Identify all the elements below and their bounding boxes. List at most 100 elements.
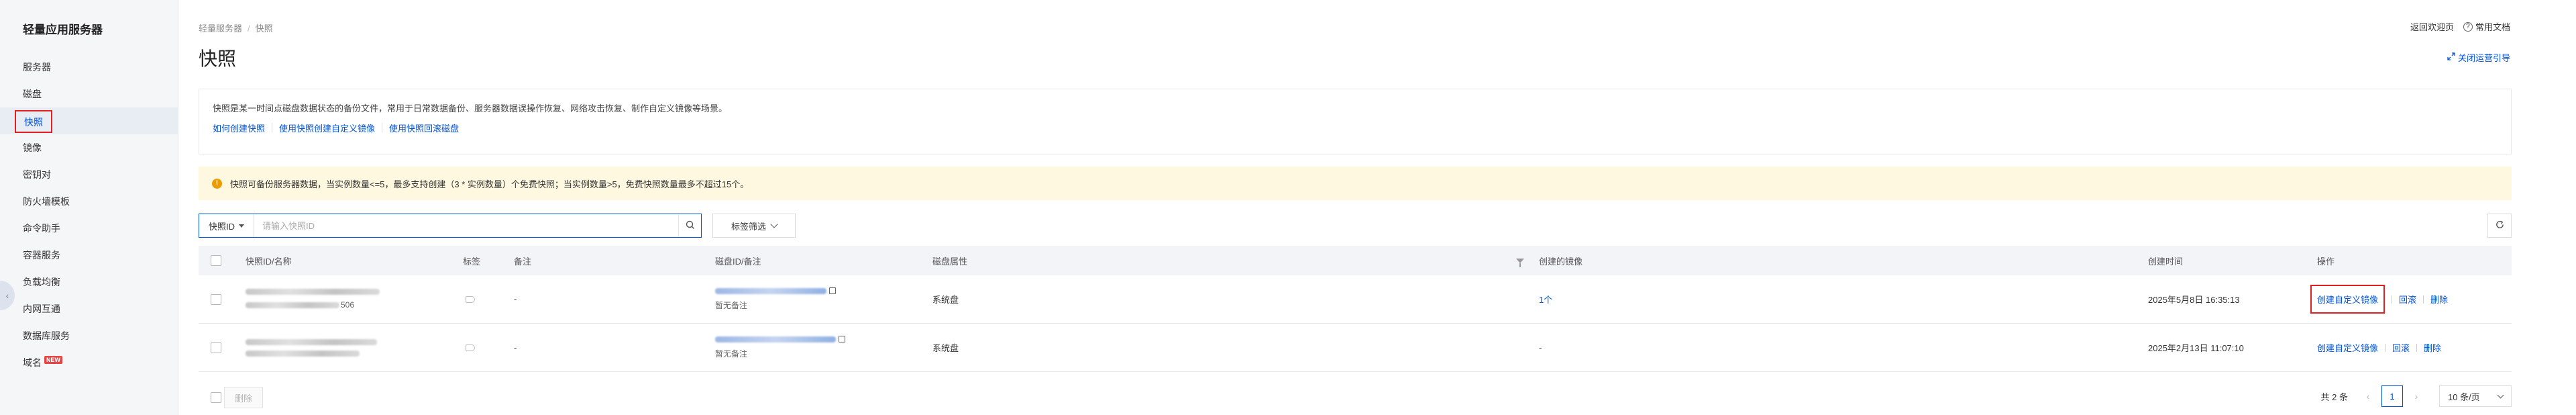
sidebar-item-intranet[interactable]: 内网互通 — [0, 295, 178, 322]
created-time: 2025年2月13日 11:07:10 — [2148, 343, 2244, 353]
sidebar-item-snapshots[interactable]: 快照 — [0, 107, 178, 134]
header-created: 创建时间 — [2148, 256, 2184, 267]
header-ops: 操作 — [2317, 256, 2335, 267]
rollback-button[interactable]: 回滚 — [2392, 341, 2410, 354]
sidebar-item-servers[interactable]: 服务器 — [0, 54, 178, 81]
warning-icon: ! — [212, 178, 222, 189]
sidebar-item-command-assistant[interactable]: 命令助手 — [0, 215, 178, 242]
disk-attr-filter[interactable] — [1516, 246, 1524, 275]
disk-id-redacted[interactable] — [715, 336, 836, 342]
header-remark: 备注 — [514, 256, 532, 267]
images-count-link[interactable]: 1个 — [1539, 275, 1552, 323]
intro-panel: 快照是某一时间点磁盘数据状态的备份文件，常用于日常数据备份、服务器数据误操作恢复… — [199, 89, 2512, 154]
tag-icon[interactable] — [466, 344, 475, 351]
footer-select-all-checkbox[interactable] — [211, 392, 221, 403]
header-links: 返回欢迎页 ? 常用文档 — [2410, 20, 2510, 33]
sidebar-item-label: 服务器 — [23, 62, 51, 73]
created-time: 2025年5月8日 16:35:13 — [2148, 295, 2240, 305]
search-box: 快照ID — [199, 214, 702, 238]
ops-cell: 创建自定义镜像 回滚 删除 — [2317, 324, 2441, 371]
row-select-cell — [211, 324, 221, 371]
snapshot-id-redacted[interactable] — [246, 289, 380, 295]
tag-filter-label: 标签筛选 — [731, 221, 766, 232]
sidebar-item-label: 负载均衡 — [23, 277, 60, 287]
sidebar-item-label: 防火墙模板 — [23, 196, 70, 207]
sidebar-item-disks[interactable]: 磁盘 — [0, 81, 178, 107]
help-circle-icon: ? — [2463, 21, 2473, 32]
delete-button[interactable]: 删除 — [2430, 293, 2448, 306]
search-type-select[interactable]: 快照ID — [199, 214, 255, 237]
sidebar-item-images[interactable]: 镜像 — [0, 134, 178, 161]
ops-cell: 创建自定义镜像 回滚 删除 — [2310, 275, 2448, 323]
tag-cell — [466, 324, 475, 371]
header-id-name: 快照ID/名称 — [246, 256, 292, 267]
disk-cell: 暂无备注 — [715, 275, 836, 323]
remark-cell: - — [514, 342, 517, 353]
docs-link[interactable]: ? 常用文档 — [2463, 20, 2510, 33]
create-image-from-snapshot-link[interactable]: 使用快照创建自定义镜像 — [279, 122, 375, 134]
page-size-label: 10 条/页 — [2448, 391, 2480, 402]
table-header: 快照ID/名称 标签 备注 磁盘ID/备注 磁盘属性 创建的镜像 创建时间 操作 — [199, 246, 2512, 275]
sidebar-nav: 服务器 磁盘 快照 镜像 密钥对 防火墙模板 命令助手 容器服务 负载均衡 内网… — [0, 54, 178, 376]
disk-attr-cell: 系统盘 — [932, 343, 959, 353]
close-guide-link[interactable]: 关闭运营引导 — [2447, 51, 2510, 64]
page-size-select[interactable]: 10 条/页 — [2439, 385, 2512, 407]
table-footer: 删除 共 2 条 ‹ 1 › 10 条/页 — [199, 383, 2512, 412]
header-disk: 磁盘ID/备注 — [715, 256, 761, 267]
search-button[interactable] — [678, 214, 701, 237]
create-custom-image-button[interactable]: 创建自定义镜像 — [2317, 341, 2378, 354]
snapshot-id-redacted[interactable] — [246, 338, 377, 345]
disk-id-redacted[interactable] — [715, 287, 826, 294]
header-disk-attr: 磁盘属性 — [932, 256, 968, 267]
breadcrumb-separator: / — [248, 24, 250, 34]
sidebar-item-label: 命令助手 — [23, 223, 60, 234]
sidebar-item-keypairs[interactable]: 密钥对 — [0, 161, 178, 188]
caret-down-icon — [239, 224, 245, 228]
how-to-create-snapshot-link[interactable]: 如何创建快照 — [213, 122, 265, 134]
select-all-checkbox[interactable] — [211, 255, 221, 266]
chevron-left-icon: ‹ — [5, 290, 9, 301]
collapse-arrows-icon — [2447, 52, 2455, 62]
images-count: - — [1539, 342, 1542, 353]
tag-icon[interactable] — [466, 295, 475, 303]
snapshot-id-cell — [246, 324, 377, 371]
sidebar-item-label: 磁盘 — [23, 89, 42, 99]
sidebar-item-load-balancer[interactable]: 负载均衡 — [0, 269, 178, 295]
back-welcome-link[interactable]: 返回欢迎页 — [2410, 20, 2454, 33]
row-checkbox[interactable] — [211, 342, 221, 353]
chevron-down-icon — [770, 220, 778, 228]
breadcrumb-parent[interactable]: 轻量服务器 — [199, 24, 242, 34]
snapshot-name-redacted — [246, 302, 339, 308]
close-guide-label: 关闭运营引导 — [2457, 53, 2510, 63]
copy-icon[interactable] — [837, 336, 845, 345]
refresh-button[interactable] — [2487, 214, 2512, 238]
remark-cell: - — [514, 294, 517, 304]
filter-icon — [1516, 258, 1524, 267]
rollback-button[interactable]: 回滚 — [2399, 293, 2416, 306]
sidebar-item-firewall-templates[interactable]: 防火墙模板 — [0, 188, 178, 215]
copy-icon[interactable] — [827, 287, 836, 297]
docs-label: 常用文档 — [2475, 22, 2510, 32]
intro-text: 快照是某一时间点磁盘数据状态的备份文件，常用于日常数据备份、服务器数据误操作恢复… — [213, 103, 728, 113]
page-title: 快照 — [199, 48, 237, 69]
sidebar-item-label: 密钥对 — [23, 169, 51, 180]
sidebar-item-database[interactable]: 数据库服务 — [0, 322, 178, 349]
create-custom-image-button[interactable]: 创建自定义镜像 — [2310, 285, 2385, 314]
refresh-icon — [2495, 220, 2505, 232]
snapshot-table: 快照ID/名称 标签 备注 磁盘ID/备注 磁盘属性 创建的镜像 创建时间 操作… — [199, 246, 2512, 372]
tag-filter-button[interactable]: 标签筛选 — [712, 214, 796, 238]
search-input[interactable] — [254, 214, 678, 237]
sidebar-item-domains[interactable]: 域名 NEW — [0, 349, 178, 376]
row-checkbox[interactable] — [211, 293, 221, 305]
breadcrumb: 轻量服务器 / 快照 — [199, 21, 273, 34]
sidebar-item-label: 快照 — [15, 110, 52, 134]
delete-button[interactable]: 删除 — [2424, 341, 2441, 354]
next-page-icon[interactable]: › — [2410, 391, 2423, 402]
page-number-current[interactable]: 1 — [2381, 385, 2403, 407]
prev-page-icon[interactable]: ‹ — [2361, 391, 2375, 402]
sidebar-item-container-service[interactable]: 容器服务 — [0, 242, 178, 269]
sidebar-item-label: 镜像 — [23, 142, 42, 153]
batch-delete-button[interactable]: 删除 — [224, 387, 263, 408]
rollback-disk-link[interactable]: 使用快照回滚磁盘 — [389, 122, 459, 134]
table-row: 506 - 暂无备注 系统盘 1个 2025年5月8日 16:35:13 创建自… — [199, 275, 2512, 324]
